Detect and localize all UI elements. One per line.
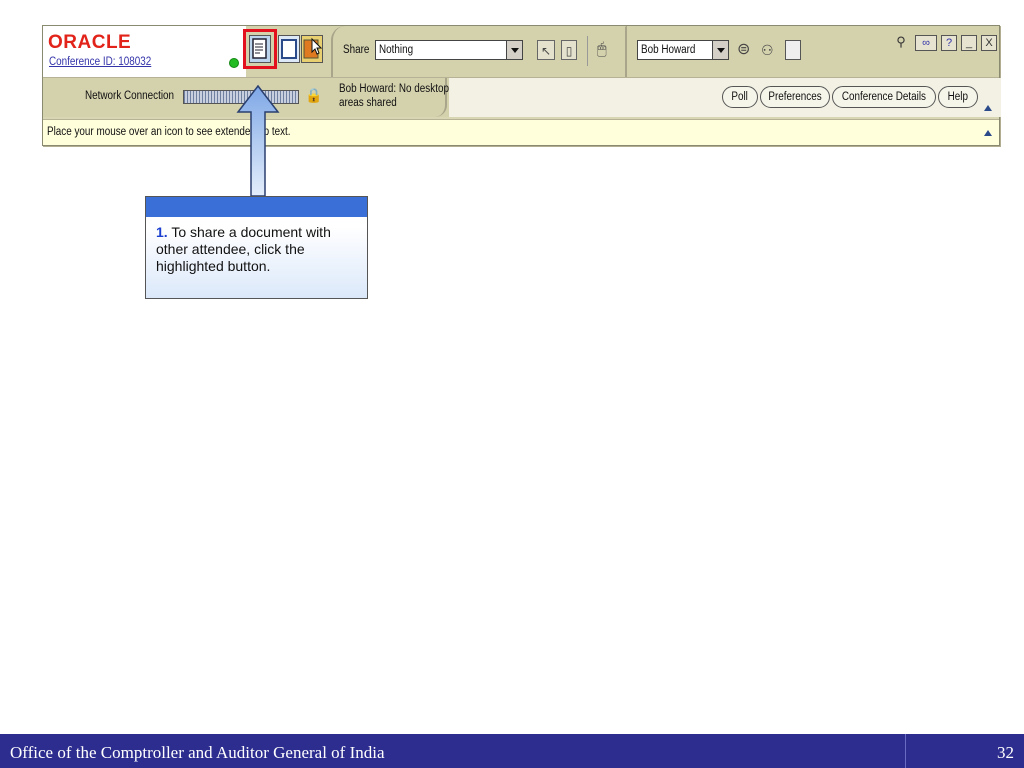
chevron-down-icon[interactable] xyxy=(712,41,728,59)
step-instruction: To share a document with other attendee,… xyxy=(156,224,331,274)
close-button[interactable]: X xyxy=(981,35,997,51)
preferences-button[interactable]: Preferences xyxy=(760,86,830,108)
callout-body: 1. To share a document with other attend… xyxy=(146,217,367,282)
network-connection-label: Network Connection xyxy=(85,90,175,102)
footer-divider xyxy=(905,734,906,768)
oracle-logo: ORACLE xyxy=(48,32,132,53)
document-share-icon[interactable] xyxy=(249,35,271,63)
save-icon[interactable] xyxy=(785,40,801,60)
poll-button-label: Poll xyxy=(731,91,749,103)
preferences-button-label: Preferences xyxy=(768,91,822,103)
user-section-divider xyxy=(625,26,627,77)
share-select[interactable]: Nothing xyxy=(375,40,523,60)
zoom-icon[interactable]: ⚲ xyxy=(893,35,909,51)
help-button-label: Help xyxy=(947,91,969,103)
chat-icon[interactable]: ⊜ xyxy=(737,40,750,60)
presenter-select[interactable]: Bob Howard xyxy=(637,40,729,60)
chevron-down-icon[interactable] xyxy=(506,41,522,59)
lock-icon: 🔒 xyxy=(305,87,323,103)
presenter-select-value: Bob Howard xyxy=(641,44,696,56)
help-window-button[interactable]: ? xyxy=(941,35,957,51)
slide-footer: Office of the Comptroller and Auditor Ge… xyxy=(0,734,1024,768)
help-button[interactable]: Help xyxy=(938,86,978,108)
tip-bar: Place your mouse over an icon to see ext… xyxy=(43,119,999,145)
conference-details-button[interactable]: Conference Details xyxy=(832,86,936,108)
share-status-box: Bob Howard: No desktop areas shared xyxy=(331,78,449,117)
collapse-arrow-icon[interactable] xyxy=(984,130,992,136)
toolbar-top-row: ORACLE Conference ID: 108032 Share Nothi… xyxy=(43,26,999,77)
conference-details-button-label: Conference Details xyxy=(841,91,927,103)
callout-arrow xyxy=(236,84,280,197)
pointer-icon[interactable]: ↖ xyxy=(537,40,555,60)
video-icon[interactable]: ∞ xyxy=(915,35,937,51)
share-label: Share xyxy=(343,44,370,56)
step-number: 1. xyxy=(156,224,168,240)
application-share-icon[interactable] xyxy=(301,35,323,63)
conference-id-link[interactable]: Conference ID: 108032 xyxy=(49,56,151,68)
callout-header xyxy=(146,197,367,217)
share-select-value: Nothing xyxy=(379,44,414,56)
toolbar-divider xyxy=(587,36,588,66)
instruction-callout: 1. To share a document with other attend… xyxy=(145,196,368,299)
mouse-icon[interactable]: 🖱 xyxy=(597,40,607,60)
minimize-button[interactable]: _ xyxy=(961,35,977,51)
share-section: Share Nothing ↖ ▯ 🖱 Bob Howard ⊜ ⚇ xyxy=(331,26,941,77)
remote-control-icon[interactable]: ▯ xyxy=(561,40,577,60)
toolbar-status-row: Network Connection 🔒 Bob Howard: No desk… xyxy=(43,77,1001,117)
page-number: 32 xyxy=(997,743,1014,762)
slide-page: ORACLE Conference ID: 108032 Share Nothi… xyxy=(0,0,1024,768)
brand-area: ORACLE Conference ID: 108032 xyxy=(43,26,246,77)
organization-name: Office of the Comptroller and Auditor Ge… xyxy=(10,743,385,762)
whiteboard-icon[interactable] xyxy=(278,35,300,63)
attendees-icon[interactable]: ⚇ xyxy=(761,40,774,60)
poll-button[interactable]: Poll xyxy=(722,86,758,108)
sharing-mode-buttons xyxy=(243,26,334,77)
share-status-text: Bob Howard: No desktop areas shared xyxy=(339,83,449,109)
conference-toolbar: ORACLE Conference ID: 108032 Share Nothi… xyxy=(42,25,1001,146)
connection-status-dot xyxy=(229,58,239,68)
collapse-arrow-icon[interactable] xyxy=(984,105,992,111)
